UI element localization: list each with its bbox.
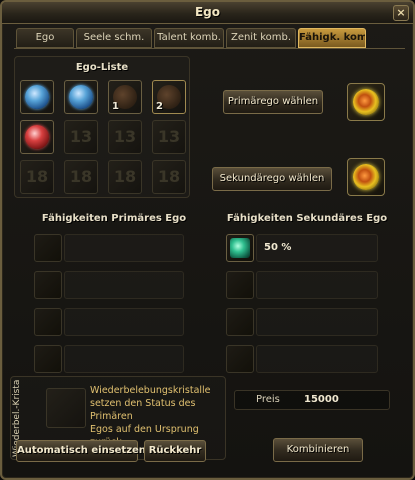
tab-zenit-komb[interactable]: Zenit komb.: [226, 28, 296, 48]
select-primary-ego-button[interactable]: Primärego wählen: [223, 90, 323, 114]
tab-faehigk-komb[interactable]: Fähigk. komb.: [298, 28, 366, 48]
tab-ego[interactable]: Ego: [16, 28, 74, 48]
close-button[interactable]: ×: [393, 5, 409, 21]
secondary-ability-slot-4[interactable]: [226, 345, 254, 373]
slot-number: 2: [156, 101, 163, 112]
tab-seele-schm[interactable]: Seele schm.: [76, 28, 152, 48]
primary-ability-row-3: [64, 308, 184, 336]
ego-list-title: Ego-Liste: [75, 62, 129, 73]
secondary-ability-value: 50 %: [264, 242, 292, 253]
primary-ego-slot[interactable]: [347, 83, 385, 121]
secondary-ego-icon: [353, 164, 379, 190]
ego-slot-4[interactable]: 2: [152, 80, 186, 114]
primary-ability-slot-1[interactable]: [34, 234, 62, 262]
ego-slot-1[interactable]: [20, 80, 54, 114]
ego-slot-6[interactable]: 13: [64, 120, 98, 154]
primary-ability-row-2: [64, 271, 184, 299]
primary-ability-row-4: [64, 345, 184, 373]
window-title: Ego: [194, 5, 221, 19]
ego-window: Ego × Ego Seele schm. Talent komb. Zenit…: [0, 0, 415, 480]
ego-slot-11[interactable]: 18: [108, 160, 142, 194]
tab-divider: [14, 48, 405, 49]
titlebar[interactable]: Ego ×: [2, 2, 413, 24]
blue-ego-icon: [69, 85, 93, 109]
secondary-ability-row-4: [256, 345, 378, 373]
combine-button[interactable]: Kombinieren: [273, 438, 363, 462]
secondary-ability-slot-2[interactable]: [226, 271, 254, 299]
primary-ego-icon: [353, 89, 379, 115]
ego-slot-3[interactable]: 1: [108, 80, 142, 114]
tab-talent-komb[interactable]: Talent komb.: [154, 28, 224, 48]
ego-slot-7[interactable]: 13: [108, 120, 142, 154]
secondary-ego-slot[interactable]: [347, 158, 385, 196]
select-secondary-ego-button[interactable]: Sekundärego wählen: [212, 167, 332, 191]
slot-number: 1: [112, 101, 119, 112]
ego-slot-5[interactable]: [20, 120, 54, 154]
crystal-slot[interactable]: [46, 388, 86, 428]
secondary-ability-row-2: [256, 271, 378, 299]
primary-ability-slot-4[interactable]: [34, 345, 62, 373]
ego-slot-8[interactable]: 13: [152, 120, 186, 154]
ego-slot-10[interactable]: 18: [64, 160, 98, 194]
ego-slot-2[interactable]: [64, 80, 98, 114]
ability-icon: [230, 238, 250, 258]
price-label: Preis: [256, 394, 280, 405]
primary-ability-slot-2[interactable]: [34, 271, 62, 299]
price-value: 15000: [304, 394, 339, 405]
back-button[interactable]: Rückkehr: [144, 440, 206, 462]
secondary-ability-row-3: [256, 308, 378, 336]
primary-abilities-title: Fähigkeiten Primäres Ego: [41, 213, 187, 224]
secondary-ability-slot-1[interactable]: [226, 234, 254, 262]
ego-slot-9[interactable]: 18: [20, 160, 54, 194]
red-ego-icon: [25, 125, 49, 149]
primary-ability-slot-3[interactable]: [34, 308, 62, 336]
secondary-abilities-title: Fähigkeiten Sekundäres Ego: [226, 213, 388, 224]
crystal-description-line-2: setzen den Status des Primären: [90, 398, 196, 422]
ego-slot-12[interactable]: 18: [152, 160, 186, 194]
crystal-description-line-1: Wiederbelebungskristalle: [90, 385, 211, 396]
blue-ego-icon: [25, 85, 49, 109]
auto-insert-button[interactable]: Automatisch einsetzen: [16, 440, 146, 462]
primary-ability-row-1: [64, 234, 184, 262]
secondary-ability-slot-3[interactable]: [226, 308, 254, 336]
